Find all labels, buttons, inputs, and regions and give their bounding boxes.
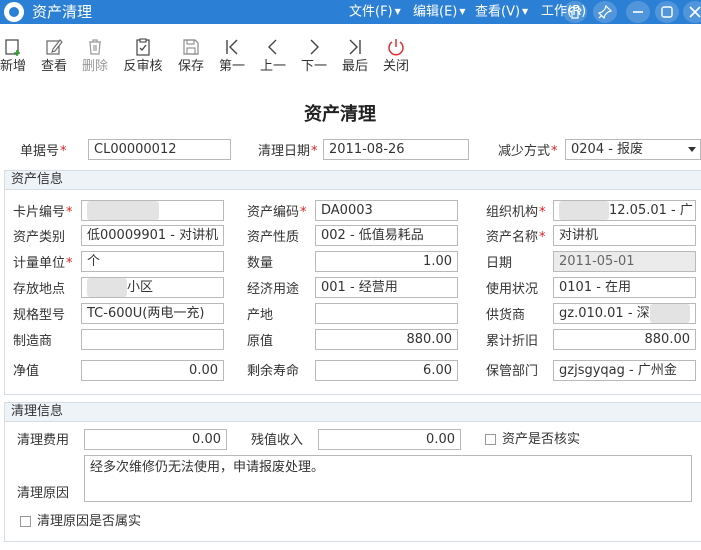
clear-date-label: 清理日期* <box>258 144 318 159</box>
remaining-life-field[interactable]: 6.00 <box>315 360 458 381</box>
org-field[interactable]: 12.05.01 - 广 <box>553 200 696 221</box>
chevron-left-icon <box>268 39 277 55</box>
doc-no-label: 单据号* <box>20 144 67 159</box>
close-icon <box>689 6 701 18</box>
quantity-label: 数量 <box>247 256 274 271</box>
custodian-label: 保管部门 <box>486 364 539 379</box>
clipboard-check-icon <box>136 38 150 56</box>
date-label: 日期 <box>486 256 513 271</box>
asset-audited-label: 资产是否核实 <box>502 432 581 447</box>
close-button[interactable]: 关闭 <box>371 36 421 76</box>
unit-field[interactable]: 个 <box>81 251 224 272</box>
redacted-value <box>559 201 609 220</box>
minimize-button[interactable] <box>626 1 650 23</box>
pin-icon <box>598 5 612 19</box>
last-record-icon <box>349 39 361 55</box>
location-field[interactable]: 小区 <box>81 277 224 298</box>
asset-code-label: 资产编码* <box>247 205 307 220</box>
redacted-value <box>87 278 127 297</box>
caret-down-icon: ▼ <box>394 7 401 16</box>
clear-cost-field[interactable]: 0.00 <box>84 429 227 450</box>
form-title: 资产清理 <box>304 104 376 125</box>
first-record-icon <box>226 39 238 55</box>
org-label: 组织机构* <box>486 205 546 220</box>
reduce-mode-label: 减少方式* <box>498 144 558 159</box>
clear-date-field[interactable]: 2011-08-26 <box>323 139 469 160</box>
caret-down-icon: ▼ <box>459 7 466 16</box>
card-no-label: 卡片编号* <box>13 205 73 220</box>
manufacturer-label: 制造商 <box>13 334 53 349</box>
original-value-label: 原值 <box>247 334 274 349</box>
asset-name-label: 资产名称* <box>486 230 546 245</box>
asset-audited-checkbox[interactable] <box>485 434 496 445</box>
trash-icon <box>89 39 101 55</box>
skin-button[interactable] <box>563 1 587 23</box>
minimize-icon <box>633 11 643 13</box>
edit-view-icon <box>46 39 63 55</box>
asset-info-header: 资产信息 <box>4 170 701 190</box>
residual-field[interactable]: 0.00 <box>318 429 461 450</box>
remaining-life-label: 剩余寿命 <box>247 364 300 379</box>
maximize-button[interactable] <box>655 1 679 23</box>
acc-depr-field[interactable]: 880.00 <box>553 329 696 350</box>
pin-button[interactable] <box>593 1 617 23</box>
asset-code-field[interactable]: DA0003 <box>315 200 458 221</box>
residual-label: 残值收入 <box>251 433 304 448</box>
clear-info-header: 清理信息 <box>4 402 701 422</box>
menu-view[interactable]: 查看(V) ▼ <box>475 3 528 22</box>
asset-name-field[interactable]: 对讲机 <box>553 225 696 246</box>
status-label: 使用状况 <box>486 282 539 297</box>
model-field[interactable]: TC-600U(两电一充) <box>81 303 224 324</box>
unit-label: 计量单位* <box>13 256 73 271</box>
toolbar: 新增 查看 删除 反审核 保存 第一 上一 下一 最后 关闭 <box>0 24 701 82</box>
supplier-field[interactable]: gz.010.01 - 深 <box>553 303 696 324</box>
title-bar: 资产清理 文件(F) ▼ 编辑(E) ▼ 查看(V) ▼ 工作(R) <box>0 0 701 24</box>
location-label: 存放地点 <box>13 282 66 297</box>
window-title: 资产清理 <box>32 3 93 21</box>
origin-label: 产地 <box>247 308 274 323</box>
menu-file[interactable]: 文件(F) ▼ <box>349 3 401 22</box>
usage-field[interactable]: 001 - 经营用 <box>315 277 458 298</box>
reason-true-checkbox[interactable] <box>20 516 31 527</box>
menu-edit[interactable]: 编辑(E) ▼ <box>413 3 466 22</box>
reduce-mode-select[interactable]: 0204 - 报废 <box>565 139 701 160</box>
redacted-value <box>87 201 159 220</box>
power-icon <box>388 39 404 56</box>
maximize-icon <box>661 6 673 18</box>
manufacturer-field[interactable] <box>81 329 224 350</box>
card-no-field[interactable] <box>81 200 224 221</box>
custodian-field[interactable]: gzjsgyqag - 广州金 <box>553 360 696 381</box>
chevron-down-icon <box>688 147 696 152</box>
net-value-field[interactable]: 0.00 <box>81 360 224 381</box>
category-field[interactable]: 低00009901 - 对讲机 <box>81 225 224 246</box>
chevron-right-icon <box>310 39 319 55</box>
close-window-button[interactable] <box>683 1 701 23</box>
reason-true-label: 清理原因是否属实 <box>37 514 142 529</box>
model-label: 规格型号 <box>13 308 66 323</box>
clear-cost-label: 清理费用 <box>17 433 70 448</box>
category-label: 资产类别 <box>13 230 66 245</box>
acc-depr-label: 累计折旧 <box>486 334 539 349</box>
quantity-field[interactable]: 1.00 <box>315 251 458 272</box>
supplier-label: 供货商 <box>486 308 526 323</box>
nature-label: 资产性质 <box>247 230 300 245</box>
save-disk-icon <box>183 39 199 55</box>
delete-button[interactable]: 删除 <box>70 36 120 76</box>
original-value-field[interactable]: 880.00 <box>315 329 458 350</box>
usage-label: 经济用途 <box>247 282 300 297</box>
redacted-value <box>649 304 690 323</box>
doc-no-field[interactable]: CL00000012 <box>88 139 231 160</box>
status-field[interactable]: 0101 - 在用 <box>553 277 696 298</box>
reason-label: 清理原因 <box>17 486 70 501</box>
origin-field[interactable] <box>315 303 458 324</box>
date-field: 2011-05-01 <box>553 251 696 272</box>
new-document-icon <box>5 39 20 56</box>
app-logo-icon <box>4 2 24 22</box>
reason-textarea[interactable]: 经多次维修仍无法使用，申请报废处理。 <box>84 455 692 502</box>
caret-down-icon: ▼ <box>522 7 529 16</box>
nature-field[interactable]: 002 - 低值易耗品 <box>315 225 458 246</box>
unaudit-button[interactable]: 反审核 <box>118 36 168 76</box>
shirt-icon <box>568 6 582 19</box>
net-value-label: 净值 <box>13 364 40 379</box>
